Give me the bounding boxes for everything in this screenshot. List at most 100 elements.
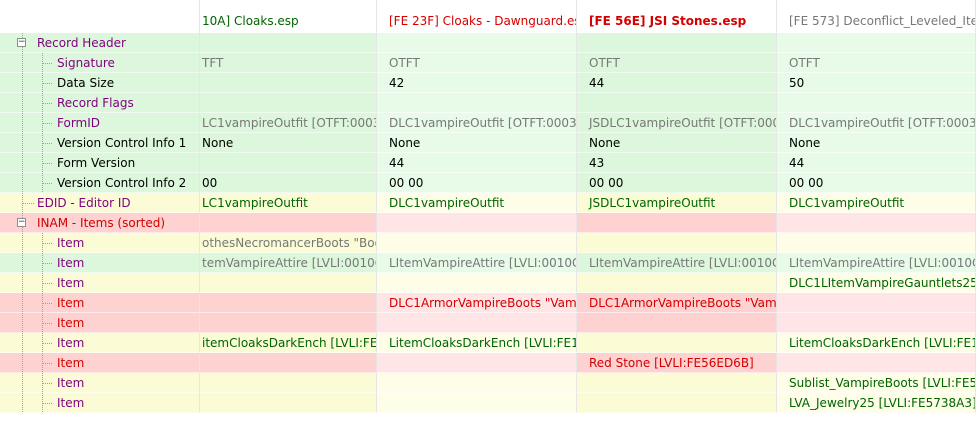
value-cell-plugin-1[interactable]: LC1vampireOutfit: [200, 193, 377, 213]
row-label-cell[interactable]: Item: [0, 373, 200, 393]
value-cell-plugin-2[interactable]: [377, 393, 577, 413]
value-cell-plugin-1[interactable]: [200, 353, 377, 373]
value-cell-plugin-4[interactable]: DLC1vampireOutfit: [777, 193, 976, 213]
record-row[interactable]: Version Control Info 2 00 00 00 00 00 00 00: [0, 173, 976, 193]
value-cell-plugin-2[interactable]: LitemCloaksDarkEnch [LVLI:FE10...: [377, 333, 577, 353]
value-cell-plugin-4[interactable]: [777, 33, 976, 53]
value-cell-plugin-3[interactable]: [577, 33, 777, 53]
value-cell-plugin-1[interactable]: LC1vampireOutfit [OTFT:00033...: [200, 113, 377, 133]
value-cell-plugin-3[interactable]: [577, 333, 777, 353]
value-cell-plugin-3[interactable]: 00 00: [577, 173, 777, 193]
record-row[interactable]: Item: [0, 313, 976, 333]
row-label-cell[interactable]: Item: [0, 353, 200, 373]
row-label-cell[interactable]: Item: [0, 393, 200, 413]
column-header-label[interactable]: [0, 0, 200, 33]
value-cell-plugin-2[interactable]: [377, 313, 577, 333]
record-row[interactable]: − INAM - Items (sorted): [0, 213, 976, 233]
record-row[interactable]: Item DLC1ArmorVampireBoots "Vam... DLC1Arm…: [0, 293, 976, 313]
value-cell-plugin-3[interactable]: OTFT: [577, 53, 777, 73]
row-label-cell[interactable]: Data Size: [0, 73, 200, 93]
record-row[interactable]: FormID LC1vampireOutfit [OTFT:00033... DLC…: [0, 113, 976, 133]
value-cell-plugin-2[interactable]: [377, 233, 577, 253]
record-row[interactable]: Data Size 42 44 50: [0, 73, 976, 93]
value-cell-plugin-1[interactable]: [200, 273, 377, 293]
value-cell-plugin-2[interactable]: [377, 353, 577, 373]
value-cell-plugin-2[interactable]: None: [377, 133, 577, 153]
record-row[interactable]: − Record Header: [0, 33, 976, 53]
value-cell-plugin-4[interactable]: [777, 213, 976, 233]
row-label-cell[interactable]: Record Flags: [0, 93, 200, 113]
value-cell-plugin-1[interactable]: itemCloaksDarkEnch [LVLI:FE10...: [200, 333, 377, 353]
row-label-cell[interactable]: Item: [0, 313, 200, 333]
collapse-toggle-icon[interactable]: −: [17, 218, 26, 227]
collapse-toggle-icon[interactable]: −: [17, 38, 26, 47]
row-label-cell[interactable]: − INAM - Items (sorted): [0, 213, 200, 233]
value-cell-plugin-4[interactable]: None: [777, 133, 976, 153]
value-cell-plugin-2[interactable]: 44: [377, 153, 577, 173]
value-cell-plugin-3[interactable]: JSDLC1vampireOutfit [OTFT:0003...: [577, 113, 777, 133]
value-cell-plugin-2[interactable]: 00 00: [377, 173, 577, 193]
column-header-plugin-2[interactable]: [FE 23F] Cloaks - Dawnguard.esp: [377, 0, 577, 33]
record-row[interactable]: Item othesNecromancerBoots "Boo...: [0, 233, 976, 253]
value-cell-plugin-1[interactable]: othesNecromancerBoots "Boo...: [200, 233, 377, 253]
value-cell-plugin-4[interactable]: [777, 353, 976, 373]
value-cell-plugin-3[interactable]: JSDLC1vampireOutfit: [577, 193, 777, 213]
value-cell-plugin-3[interactable]: Red Stone [LVLI:FE56ED6B]: [577, 353, 777, 373]
value-cell-plugin-2[interactable]: OTFT: [377, 53, 577, 73]
record-row[interactable]: Item DLC1LItemVampireGauntlets25_...: [0, 273, 976, 293]
value-cell-plugin-4[interactable]: DLC1LItemVampireGauntlets25_...: [777, 273, 976, 293]
column-header-plugin-3[interactable]: [FE 56E] JSI Stones.esp: [577, 0, 777, 33]
value-cell-plugin-1[interactable]: [200, 73, 377, 93]
value-cell-plugin-3[interactable]: [577, 313, 777, 333]
row-label-cell[interactable]: Version Control Info 2: [0, 173, 200, 193]
row-label-cell[interactable]: Item: [0, 273, 200, 293]
row-label-cell[interactable]: Item: [0, 253, 200, 273]
value-cell-plugin-2[interactable]: [377, 273, 577, 293]
value-cell-plugin-1[interactable]: [200, 213, 377, 233]
value-cell-plugin-2[interactable]: [377, 213, 577, 233]
value-cell-plugin-4[interactable]: [777, 313, 976, 333]
value-cell-plugin-4[interactable]: 00 00: [777, 173, 976, 193]
value-cell-plugin-3[interactable]: [577, 213, 777, 233]
record-row[interactable]: Item temVampireAttire [LVLI:0010C6... LIte…: [0, 253, 976, 273]
row-label-cell[interactable]: EDID - Editor ID: [0, 193, 200, 213]
record-row[interactable]: Item itemCloaksDarkEnch [LVLI:FE10... Lite…: [0, 333, 976, 353]
row-label-cell[interactable]: Form Version: [0, 153, 200, 173]
value-cell-plugin-3[interactable]: LItemVampireAttire [LVLI:0010C6...: [577, 253, 777, 273]
value-cell-plugin-2[interactable]: [377, 373, 577, 393]
value-cell-plugin-2[interactable]: LItemVampireAttire [LVLI:0010C6...: [377, 253, 577, 273]
value-cell-plugin-2[interactable]: DLC1ArmorVampireBoots "Vam...: [377, 293, 577, 313]
value-cell-plugin-2[interactable]: DLC1vampireOutfit [OTFT:00033...: [377, 113, 577, 133]
value-cell-plugin-3[interactable]: None: [577, 133, 777, 153]
value-cell-plugin-1[interactable]: None: [200, 133, 377, 153]
value-cell-plugin-1[interactable]: [200, 33, 377, 53]
value-cell-plugin-1[interactable]: [200, 293, 377, 313]
value-cell-plugin-1[interactable]: [200, 313, 377, 333]
value-cell-plugin-4[interactable]: Sublist_VampireBoots [LVLI:FE57...: [777, 373, 976, 393]
value-cell-plugin-3[interactable]: [577, 373, 777, 393]
row-label-cell[interactable]: − Record Header: [0, 33, 200, 53]
value-cell-plugin-3[interactable]: [577, 393, 777, 413]
value-cell-plugin-3[interactable]: 43: [577, 153, 777, 173]
record-row[interactable]: Signature TFT OTFT OTFT OTFT: [0, 53, 976, 73]
value-cell-plugin-1[interactable]: temVampireAttire [LVLI:0010C6...: [200, 253, 377, 273]
value-cell-plugin-4[interactable]: OTFT: [777, 53, 976, 73]
value-cell-plugin-4[interactable]: 44: [777, 153, 976, 173]
value-cell-plugin-4[interactable]: 50: [777, 73, 976, 93]
row-label-cell[interactable]: Item: [0, 233, 200, 253]
record-row[interactable]: Item Sublist_VampireBoots [LVLI:FE57...: [0, 373, 976, 393]
value-cell-plugin-1[interactable]: [200, 153, 377, 173]
column-header-plugin-4[interactable]: [FE 573] Deconflict_Leveled_Item...: [777, 0, 976, 33]
value-cell-plugin-2[interactable]: [377, 93, 577, 113]
record-row[interactable]: Form Version 44 43 44: [0, 153, 976, 173]
value-cell-plugin-1[interactable]: 00: [200, 173, 377, 193]
value-cell-plugin-4[interactable]: [777, 233, 976, 253]
row-label-cell[interactable]: Item: [0, 333, 200, 353]
value-cell-plugin-3[interactable]: DLC1ArmorVampireBoots "Vam...: [577, 293, 777, 313]
value-cell-plugin-4[interactable]: LitemCloaksDarkEnch [LVLI:FE10...: [777, 333, 976, 353]
value-cell-plugin-1[interactable]: [200, 393, 377, 413]
row-label-cell[interactable]: Version Control Info 1: [0, 133, 200, 153]
record-row[interactable]: Version Control Info 1 None None None None: [0, 133, 976, 153]
value-cell-plugin-1[interactable]: TFT: [200, 53, 377, 73]
row-label-cell[interactable]: Signature: [0, 53, 200, 73]
